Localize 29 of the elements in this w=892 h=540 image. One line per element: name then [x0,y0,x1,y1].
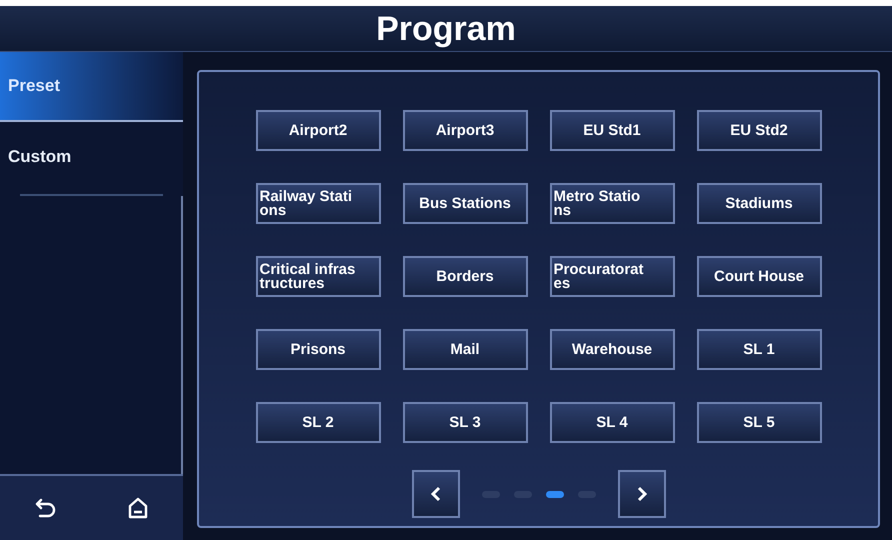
program-button[interactable]: Mail [402,329,528,370]
program-button[interactable]: Stadiums [696,183,822,224]
program-button[interactable]: Prisons [256,329,380,370]
home-icon[interactable] [128,497,148,519]
chevron-left-icon [430,486,440,502]
program-button[interactable]: Procuratorat es [550,256,674,297]
program-button[interactable]: SL 4 [550,402,674,443]
back-icon[interactable] [35,498,58,518]
program-button[interactable]: SL 3 [402,402,528,443]
next-button[interactable] [618,470,666,518]
program-button[interactable]: Bus Stations [402,183,528,224]
program-button[interactable]: Metro Statio ns [550,183,674,224]
program-button[interactable]: EU Std2 [696,110,822,151]
program-button[interactable]: Railway Stati ons [256,183,380,224]
program-button[interactable]: SL 5 [696,402,822,443]
sidebar-item[interactable]: Custom [0,122,183,192]
program-button[interactable]: SL 1 [696,329,822,370]
program-button[interactable]: Airport3 [402,110,528,151]
program-button[interactable]: Critical infras tructures [256,256,380,297]
program-button[interactable]: Court House [696,256,822,297]
chevron-right-icon [636,486,646,502]
program-button[interactable]: Warehouse [550,329,674,370]
sidebar-item[interactable]: Preset [0,52,183,122]
program-button[interactable]: Airport2 [256,110,380,151]
program-button[interactable]: Borders [402,256,528,297]
program-button[interactable]: EU Std1 [550,110,674,151]
window-title: Program [376,12,516,46]
previous-button[interactable] [412,470,460,518]
program-button[interactable]: SL 2 [256,402,380,443]
